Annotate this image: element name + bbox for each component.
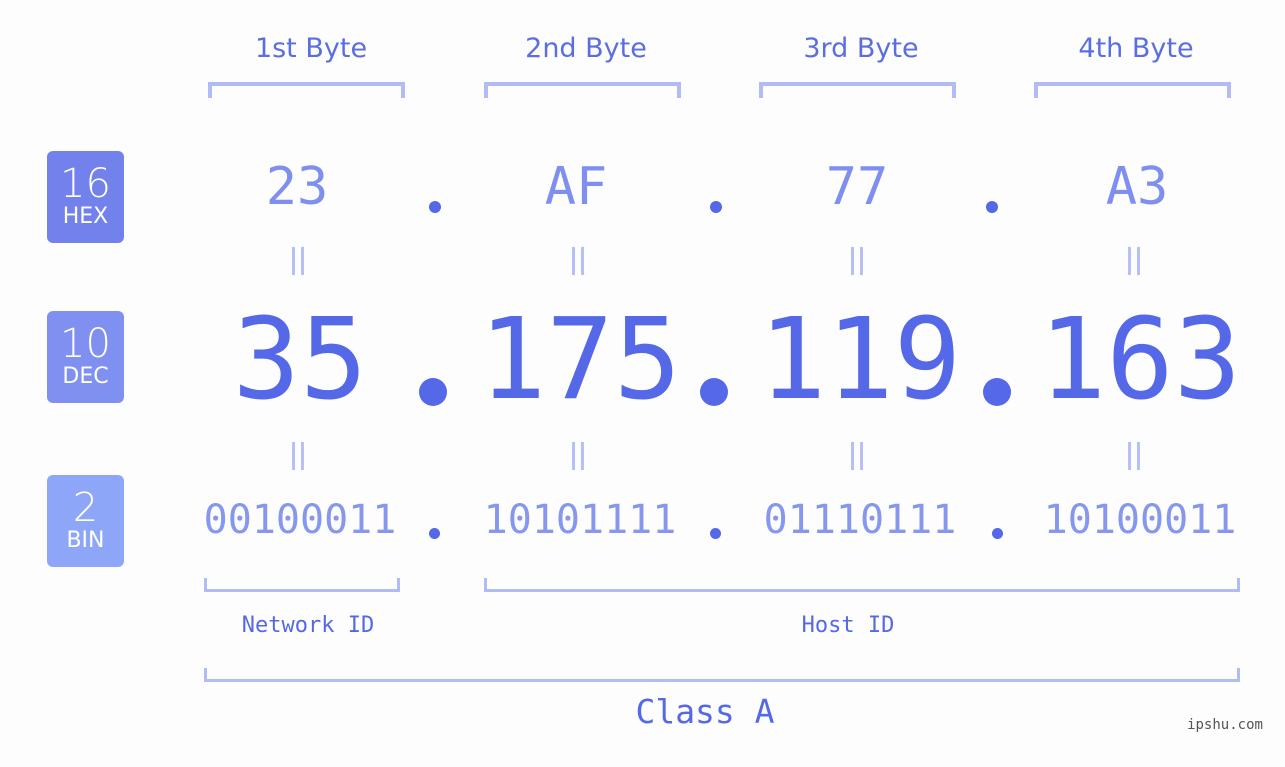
bin-byte-1: 00100011: [203, 497, 397, 543]
byte-bracket-4: [1034, 82, 1231, 98]
dec-badge-base: 10: [60, 321, 111, 367]
host-id-bracket: [484, 578, 1240, 592]
equals-icon: [1126, 442, 1142, 470]
bin-badge: 2 BIN: [47, 475, 124, 567]
hex-byte-1: 23: [265, 157, 329, 217]
hex-byte-2: AF: [544, 157, 608, 217]
bin-badge-label: BIN: [66, 528, 105, 553]
equals-icon: [290, 247, 306, 275]
byte-label-4: 4th Byte: [1078, 33, 1194, 64]
hex-badge-label: HEX: [62, 204, 109, 229]
bin-byte-3: 01110111: [763, 497, 957, 543]
equals-icon: [570, 442, 586, 470]
byte-label-2: 2nd Byte: [525, 33, 647, 64]
hex-dot-separator: [429, 201, 441, 213]
network-id-bracket: [204, 578, 400, 592]
bin-badge-base: 2: [72, 485, 99, 531]
host-id-label: Host ID: [801, 613, 895, 638]
equals-icon: [849, 247, 865, 275]
dec-dot-separator: [700, 378, 728, 406]
bin-dot-separator: [429, 528, 440, 539]
byte-bracket-3: [759, 82, 956, 98]
class-bracket: [204, 668, 1240, 682]
byte-label-1: 1st Byte: [254, 33, 368, 64]
dec-dot-separator: [419, 378, 447, 406]
hex-dot-separator: [710, 201, 722, 213]
dec-byte-2: 175: [478, 295, 682, 425]
dec-byte-4: 163: [1038, 295, 1242, 425]
hex-byte-4: A3: [1105, 157, 1169, 217]
dec-byte-1: 35: [232, 295, 368, 425]
dec-badge-label: DEC: [62, 364, 109, 389]
bin-byte-4: 10100011: [1043, 497, 1237, 543]
hex-badge-base: 16: [60, 161, 111, 207]
byte-bracket-2: [484, 82, 681, 98]
watermark: ipshu.com: [1187, 717, 1263, 733]
bin-dot-separator: [710, 528, 721, 539]
dec-byte-3: 119: [758, 295, 962, 425]
equals-icon: [1126, 247, 1142, 275]
equals-icon: [849, 442, 865, 470]
equals-icon: [570, 247, 586, 275]
bin-dot-separator: [992, 528, 1003, 539]
byte-bracket-1: [208, 82, 405, 98]
hex-byte-3: 77: [825, 157, 889, 217]
hex-dot-separator: [986, 201, 998, 213]
hex-badge: 16 HEX: [47, 151, 124, 243]
equals-icon: [290, 442, 306, 470]
network-id-label: Network ID: [241, 613, 375, 638]
dec-dot-separator: [983, 378, 1011, 406]
class-label: Class A: [635, 692, 775, 731]
bin-byte-2: 10101111: [483, 497, 677, 543]
dec-badge: 10 DEC: [47, 311, 124, 403]
byte-label-3: 3rd Byte: [803, 33, 919, 64]
